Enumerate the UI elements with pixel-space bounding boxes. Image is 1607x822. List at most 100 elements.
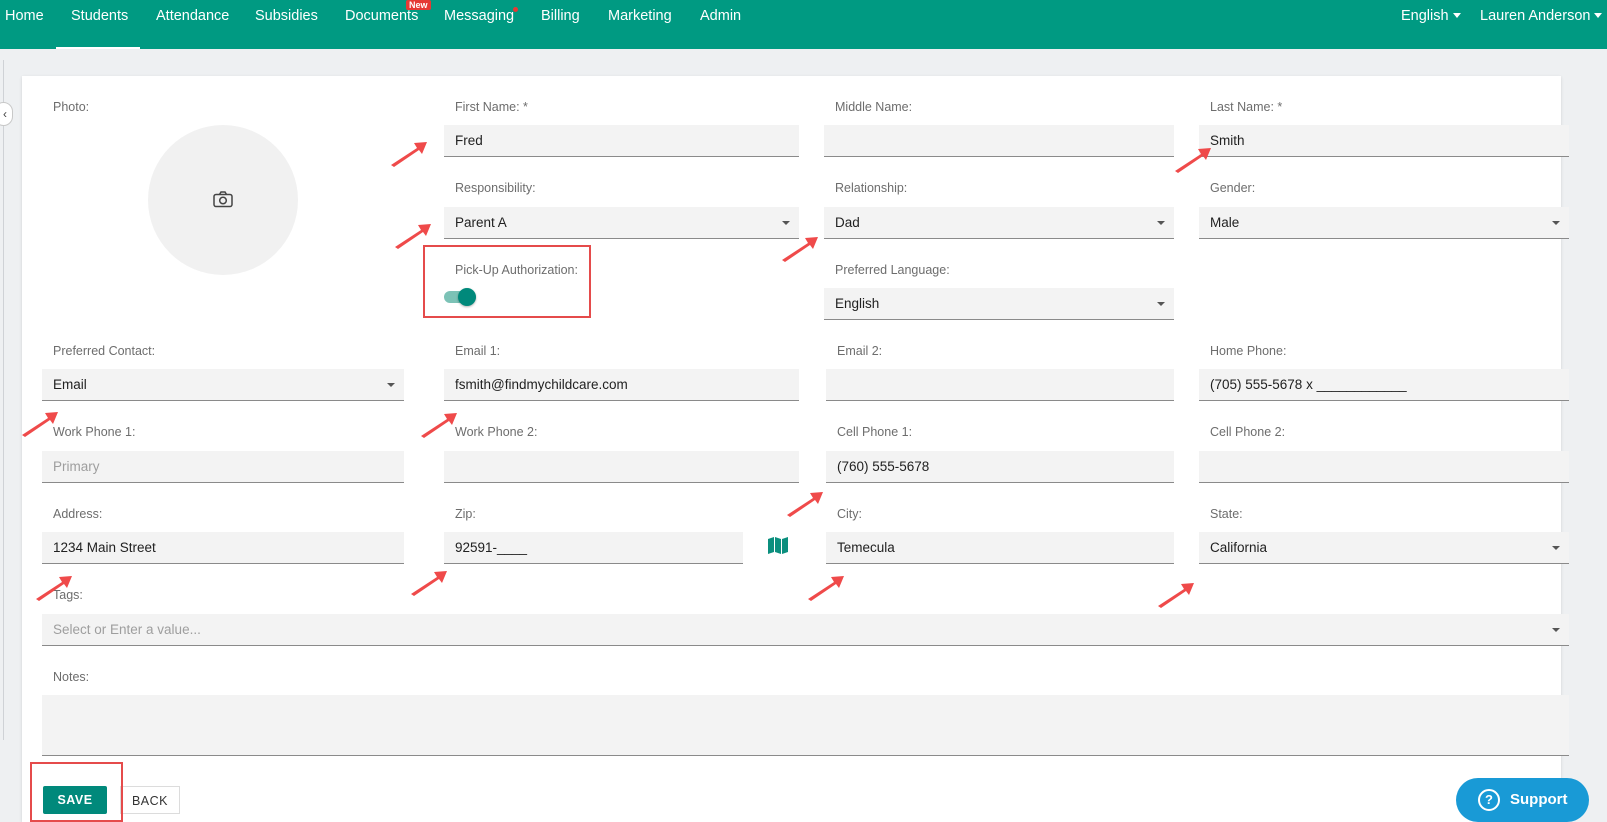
address-input[interactable]: 1234 Main Street [42, 532, 404, 564]
email1-input[interactable]: fsmith@findmychildcare.com [444, 369, 799, 401]
nav-messaging[interactable]: Messaging [444, 0, 518, 49]
nav-home[interactable]: Home [5, 0, 44, 49]
preferred-contact-label: Preferred Contact: [53, 344, 156, 358]
notes-label: Notes: [53, 670, 90, 684]
notes-textarea[interactable] [42, 695, 1569, 756]
photo-label: Photo: [53, 100, 90, 114]
middle-name-input[interactable] [824, 125, 1174, 157]
user-menu[interactable]: Lauren Anderson [1480, 0, 1603, 49]
relationship-label: Relationship: [835, 181, 908, 195]
work-phone1-label: Work Phone 1: [53, 425, 136, 439]
relationship-select[interactable]: Dad [824, 207, 1174, 239]
preferred-language-label: Preferred Language: [835, 263, 950, 277]
city-input[interactable]: Temecula [826, 532, 1174, 564]
left-edge [0, 60, 4, 740]
language-dropdown[interactable]: English [1401, 0, 1461, 49]
annotation-arrow [395, 224, 431, 249]
last-name-input[interactable]: Smith [1199, 125, 1569, 157]
city-label: City: [837, 507, 862, 521]
state-value: California [1210, 540, 1268, 555]
preferred-language-select[interactable]: English [824, 288, 1174, 320]
nav-students[interactable]: Students [56, 0, 140, 49]
last-name-label: Last Name: * [1210, 100, 1283, 114]
state-select[interactable]: California [1199, 532, 1569, 564]
home-phone-label: Home Phone: [1210, 344, 1287, 358]
annotation-arrow [391, 142, 427, 167]
preferred-contact-value: Email [53, 377, 87, 392]
dropdown-arrow-icon [1552, 221, 1560, 225]
responsibility-value: Parent A [455, 215, 507, 230]
zip-label: Zip: [455, 507, 476, 521]
zip-input[interactable]: 92591-____ [444, 532, 743, 564]
annotation-box-save [30, 762, 123, 822]
annotation-arrow [421, 413, 457, 438]
nav-marketing[interactable]: Marketing [608, 0, 672, 49]
chevron-left-icon: ‹ [3, 107, 7, 121]
gender-value: Male [1210, 215, 1240, 230]
cell-phone2-input[interactable] [1199, 451, 1569, 483]
dropdown-arrow-icon [1157, 221, 1165, 225]
dropdown-arrow-icon [387, 383, 395, 387]
nav-students-label: Students [71, 8, 129, 24]
back-button[interactable]: BACK [120, 786, 180, 814]
top-nav: Home Students Attendance Subsidies Docum… [0, 0, 1607, 49]
home-phone-input[interactable]: (705) 555-5678 x ____________ [1199, 369, 1569, 401]
chevron-down-icon [1452, 12, 1461, 18]
nav-billing-label: Billing [541, 8, 580, 24]
support-label: Support [1510, 791, 1568, 808]
nav-admin[interactable]: Admin [700, 0, 741, 49]
nav-admin-label: Admin [700, 8, 742, 24]
nav-documents-label: Documents [345, 8, 419, 24]
dropdown-arrow-icon [1552, 546, 1560, 550]
nav-attendance-label: Attendance [156, 8, 230, 24]
email2-input[interactable] [826, 369, 1174, 401]
nav-messaging-label: Messaging [444, 8, 515, 24]
nav-subsidies-label: Subsidies [255, 8, 318, 24]
dropdown-arrow-icon [782, 221, 790, 225]
nav-subsidies[interactable]: Subsidies [255, 0, 318, 49]
gender-select[interactable]: Male [1199, 207, 1569, 239]
work-phone2-label: Work Phone 2: [455, 425, 538, 439]
nav-attendance[interactable]: Attendance [156, 0, 229, 49]
dropdown-arrow-icon [1552, 628, 1560, 632]
chevron-down-icon [1594, 12, 1603, 18]
responsibility-label: Responsibility: [455, 181, 536, 195]
email2-label: Email 2: [837, 344, 883, 358]
email1-label: Email 1: [455, 344, 501, 358]
annotation-arrow [1158, 583, 1194, 608]
work-phone2-input[interactable] [444, 451, 799, 483]
language-label: English [1401, 8, 1449, 24]
support-button[interactable]: ? Support [1456, 778, 1589, 822]
annotation-arrow [1175, 148, 1211, 173]
middle-name-label: Middle Name: [835, 100, 913, 114]
annotation-box-pickup [423, 245, 591, 318]
work-phone1-input[interactable]: Primary [42, 451, 404, 483]
collapse-sidebar-button[interactable]: ‹ [0, 102, 13, 126]
preferred-contact-select[interactable]: Email [42, 369, 404, 401]
annotation-arrow [411, 571, 447, 596]
photo-upload[interactable] [148, 125, 298, 275]
notification-dot [513, 7, 518, 12]
tags-select[interactable]: Select or Enter a value... [42, 614, 1569, 646]
state-label: State: [1210, 507, 1243, 521]
annotation-arrow [36, 576, 72, 601]
relationship-value: Dad [835, 215, 860, 230]
annotation-arrow [22, 412, 58, 437]
cell-phone2-label: Cell Phone 2: [1210, 425, 1286, 439]
responsibility-select[interactable]: Parent A [444, 207, 799, 239]
nav-documents[interactable]: Documents New [345, 0, 431, 49]
help-icon: ? [1478, 789, 1500, 811]
annotation-arrow [782, 237, 818, 262]
nav-billing[interactable]: Billing [541, 0, 580, 49]
camera-icon [213, 191, 233, 208]
first-name-label: First Name: * [455, 100, 528, 114]
address-label: Address: [53, 507, 103, 521]
map-icon[interactable] [768, 537, 788, 554]
new-badge: New [406, 0, 431, 10]
first-name-input[interactable]: Fred [444, 125, 799, 157]
preferred-language-value: English [835, 296, 880, 311]
tags-placeholder: Select or Enter a value... [53, 622, 201, 637]
cell-phone1-input[interactable]: (760) 555-5678 [826, 451, 1174, 483]
nav-marketing-label: Marketing [608, 8, 672, 24]
cell-phone1-label: Cell Phone 1: [837, 425, 913, 439]
